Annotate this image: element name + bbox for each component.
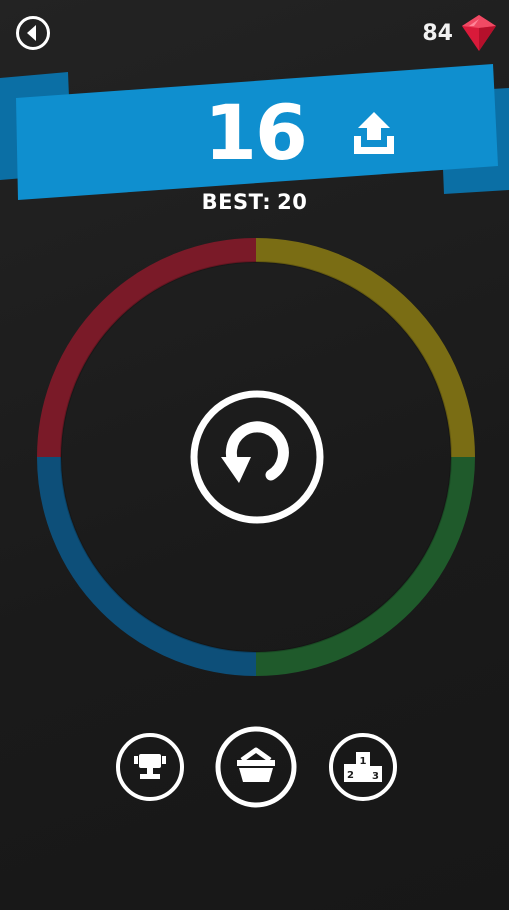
replay-button[interactable]: [187, 387, 327, 527]
shop-button[interactable]: [215, 726, 297, 808]
svg-text:1: 1: [360, 756, 367, 767]
svg-text:3: 3: [372, 771, 379, 782]
trophy-icon: [116, 733, 184, 801]
svg-text:2: 2: [347, 770, 354, 781]
leaderboard-podium-icon: 1 2 3: [329, 733, 397, 801]
replay-icon: [190, 390, 324, 524]
leaderboard-button[interactable]: 1 2 3: [328, 732, 398, 802]
achievements-button[interactable]: [115, 732, 185, 802]
shop-basket-icon: [215, 726, 297, 808]
